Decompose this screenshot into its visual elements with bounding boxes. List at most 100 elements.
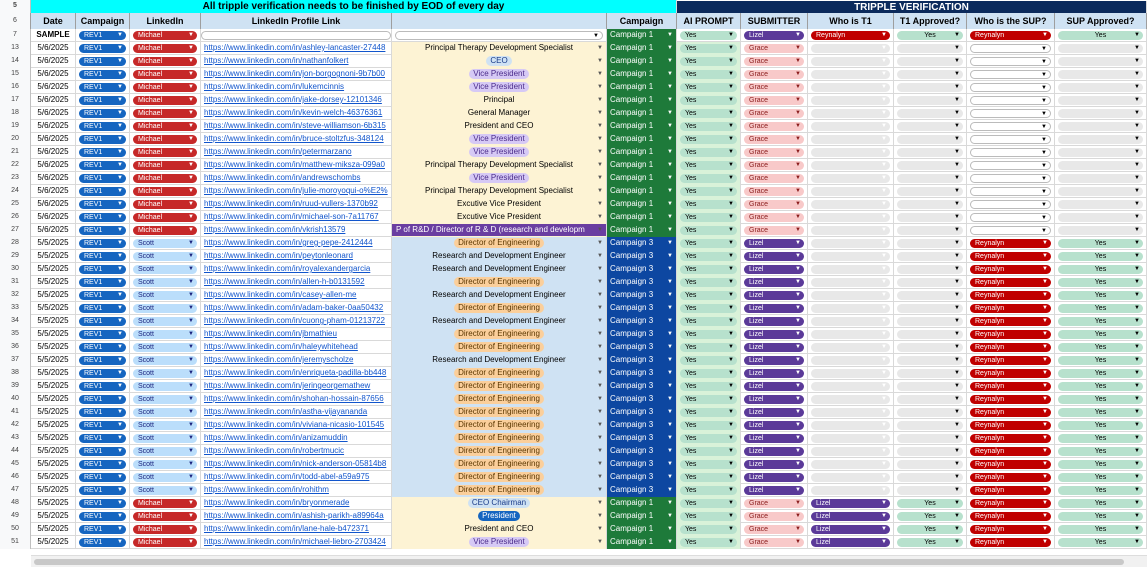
ai-prompt-cell[interactable]: Yes ▼ <box>677 250 741 263</box>
chevron-down-icon[interactable]: ▼ <box>1134 70 1140 79</box>
job-title-cell[interactable]: General Manager ▼ <box>392 107 607 120</box>
chevron-down-icon[interactable]: ▼ <box>1042 499 1048 508</box>
chevron-down-icon[interactable]: ▼ <box>1041 149 1047 156</box>
campaign-2-cell[interactable]: Campaign 3 ▼ <box>607 484 677 497</box>
sup-approved-cell[interactable]: ▼ <box>1055 81 1147 94</box>
chevron-down-icon[interactable]: ▼ <box>954 44 960 53</box>
chevron-down-icon[interactable]: ▼ <box>881 109 887 118</box>
chevron-down-icon[interactable]: ▼ <box>954 538 960 547</box>
date-cell[interactable]: 5/5/2025 <box>31 289 76 302</box>
date-cell[interactable]: 5/6/2025 <box>31 81 76 94</box>
sup-cell[interactable]: ▼ <box>967 133 1055 146</box>
chevron-down-icon[interactable]: ▼ <box>881 486 887 495</box>
campaign-2-cell[interactable]: Campaign 3 ▼ <box>607 237 677 250</box>
profile-link[interactable]: https://www.linkedin.com/in/anizamuddin <box>201 432 392 445</box>
t1-approved-cell[interactable]: Yes ▼ <box>894 497 967 510</box>
chevron-down-icon[interactable]: ▼ <box>728 408 734 417</box>
chevron-down-icon[interactable]: ▼ <box>117 278 123 287</box>
linkedin-owner-cell[interactable]: Michael ▼ <box>130 523 201 536</box>
t1-cell[interactable]: Lizel ▼ <box>808 523 894 536</box>
chevron-down-icon[interactable]: ▼ <box>188 226 194 235</box>
date-cell[interactable]: 5/5/2025 <box>31 406 76 419</box>
campaign-cell[interactable]: REV1 ▼ <box>76 523 130 536</box>
sup-cell[interactable]: Reynalyn ▼ <box>967 458 1055 471</box>
chevron-down-icon[interactable]: ▼ <box>795 278 801 287</box>
chevron-down-icon[interactable]: ▼ <box>728 83 734 92</box>
chevron-down-icon[interactable]: ▼ <box>117 330 123 339</box>
campaign-cell[interactable]: REV1 ▼ <box>76 354 130 367</box>
chevron-down-icon[interactable]: ▼ <box>881 304 887 313</box>
chevron-down-icon[interactable]: ▼ <box>188 200 194 209</box>
chevron-down-icon[interactable]: ▼ <box>728 421 734 430</box>
chevron-down-icon[interactable]: ▼ <box>597 68 603 80</box>
campaign-cell[interactable]: REV1 ▼ <box>76 497 130 510</box>
submitter-cell[interactable]: Lizel ▼ <box>741 276 808 289</box>
campaign-cell[interactable]: REV1 ▼ <box>76 159 130 172</box>
chevron-down-icon[interactable]: ▼ <box>117 174 123 183</box>
chevron-down-icon[interactable]: ▼ <box>597 458 603 470</box>
linkedin-owner-cell[interactable]: Scott ▼ <box>130 328 201 341</box>
profile-link[interactable]: https://www.linkedin.com/in/haleywhitehe… <box>201 341 392 354</box>
chevron-down-icon[interactable]: ▼ <box>1041 58 1047 65</box>
chevron-down-icon[interactable]: ▼ <box>117 31 123 40</box>
chevron-down-icon[interactable]: ▼ <box>1134 122 1140 131</box>
chevron-down-icon[interactable]: ▼ <box>597 432 603 444</box>
t1-approved-cell[interactable]: ▼ <box>894 419 967 432</box>
ai-prompt-cell[interactable]: Yes ▼ <box>677 536 741 549</box>
sup-cell[interactable]: ▼ <box>967 172 1055 185</box>
job-title-cell[interactable]: Director of Engineering ▼ <box>392 237 607 250</box>
chevron-down-icon[interactable]: ▼ <box>188 525 194 534</box>
campaign-2-cell[interactable]: Campaign 1 ▼ <box>607 224 677 237</box>
chevron-down-icon[interactable]: ▼ <box>597 354 603 366</box>
sup-approved-cell[interactable]: Yes ▼ <box>1055 406 1147 419</box>
profile-link[interactable]: https://www.linkedin.com/in/jbmathieu <box>201 328 392 341</box>
chevron-down-icon[interactable]: ▼ <box>117 304 123 313</box>
job-title-cell[interactable]: Principal Therapy Development Specialist… <box>392 159 607 172</box>
header-sup-approved[interactable]: SUP Approved? <box>1055 13 1147 29</box>
sup-approved-cell[interactable]: Yes ▼ <box>1055 380 1147 393</box>
chevron-down-icon[interactable]: ▼ <box>597 367 603 379</box>
linkedin-owner-cell[interactable]: Michael ▼ <box>130 55 201 68</box>
sup-approved-cell[interactable]: Yes ▼ <box>1055 367 1147 380</box>
linkedin-owner-cell[interactable]: Scott ▼ <box>130 419 201 432</box>
chevron-down-icon[interactable]: ▼ <box>597 315 603 327</box>
chevron-down-icon[interactable]: ▼ <box>667 276 673 288</box>
chevron-down-icon[interactable]: ▼ <box>667 55 673 67</box>
chevron-down-icon[interactable]: ▼ <box>188 460 194 469</box>
date-cell[interactable]: 5/5/2025 <box>31 328 76 341</box>
date-cell[interactable]: 5/5/2025 <box>31 315 76 328</box>
campaign-cell[interactable]: REV1 ▼ <box>76 484 130 497</box>
chevron-down-icon[interactable]: ▼ <box>1041 214 1047 221</box>
job-title-cell[interactable]: Vice President ▼ <box>392 146 607 159</box>
t1-approved-cell[interactable]: ▼ <box>894 68 967 81</box>
chevron-down-icon[interactable]: ▼ <box>954 525 960 534</box>
header-date[interactable]: Date <box>31 13 76 29</box>
chevron-down-icon[interactable]: ▼ <box>188 291 194 300</box>
t1-approved-cell[interactable]: ▼ <box>894 471 967 484</box>
t1-cell[interactable]: ▼ <box>808 159 894 172</box>
chevron-down-icon[interactable]: ▼ <box>795 369 801 378</box>
date-cell[interactable]: 5/6/2025 <box>31 68 76 81</box>
sup-approved-cell[interactable]: Yes ▼ <box>1055 393 1147 406</box>
job-title-cell[interactable]: Director of Engineering ▼ <box>392 432 607 445</box>
campaign-2-cell[interactable]: Campaign 3 ▼ <box>607 380 677 393</box>
campaign-2-cell[interactable]: Campaign 3 ▼ <box>607 393 677 406</box>
chevron-down-icon[interactable]: ▼ <box>1134 434 1140 443</box>
t1-approved-cell[interactable]: ▼ <box>894 406 967 419</box>
chevron-down-icon[interactable]: ▼ <box>795 512 801 521</box>
chevron-down-icon[interactable]: ▼ <box>1042 369 1048 378</box>
t1-approved-cell[interactable]: ▼ <box>894 328 967 341</box>
chevron-down-icon[interactable]: ▼ <box>667 536 673 548</box>
profile-link[interactable]: https://www.linkedin.com/in/jake-dorsey-… <box>201 94 392 107</box>
t1-approved-cell[interactable]: ▼ <box>894 55 967 68</box>
chevron-down-icon[interactable]: ▼ <box>667 185 673 197</box>
chevron-down-icon[interactable]: ▼ <box>1134 57 1140 66</box>
campaign-2-cell[interactable]: Campaign 3 ▼ <box>607 445 677 458</box>
chevron-down-icon[interactable]: ▼ <box>1042 278 1048 287</box>
chevron-down-icon[interactable]: ▼ <box>1042 421 1048 430</box>
sup-cell[interactable]: Reynalyn ▼ <box>967 302 1055 315</box>
sup-approved-cell[interactable]: ▼ <box>1055 211 1147 224</box>
campaign-cell[interactable]: REV1 ▼ <box>76 458 130 471</box>
profile-link[interactable]: https://www.linkedin.com/in/enriqueta-pa… <box>201 367 392 380</box>
linkedin-owner-cell[interactable]: Scott ▼ <box>130 354 201 367</box>
